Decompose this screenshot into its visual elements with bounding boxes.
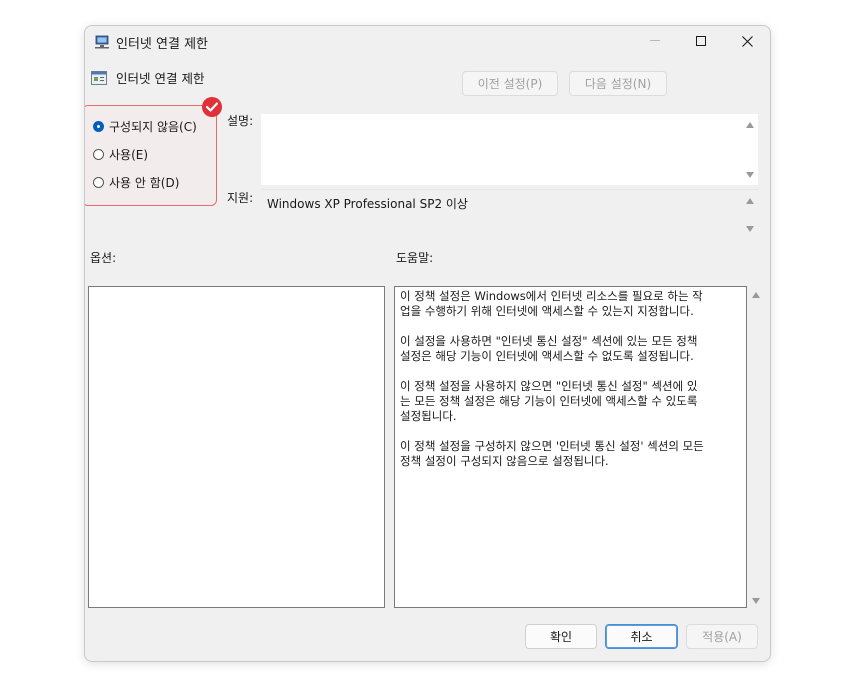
maximize-icon	[696, 36, 706, 46]
minimize-button[interactable]	[632, 26, 678, 56]
help-pane[interactable]: 이 정책 설정은 Windows에서 인터넷 리소스를 필요로 하는 작 업을 …	[394, 286, 747, 608]
help-label: 도움말:	[396, 251, 434, 265]
supported-on-label: 지원:	[227, 191, 254, 205]
scroll-down-icon[interactable]	[752, 598, 760, 604]
setting-title: 인터넷 연결 제한	[116, 71, 205, 86]
help-paragraph: 이 정책 설정을 구성하지 않으면 '인터넷 통신 설정' 섹션의 모든 정책 …	[400, 439, 704, 468]
policy-app-icon	[95, 35, 109, 49]
cancel-button[interactable]: 취소	[605, 624, 678, 649]
maximize-button[interactable]	[678, 26, 724, 56]
help-paragraph: 이 정책 설정을 사용하지 않으면 "인터넷 통신 설정" 섹션에 있 는 모든…	[400, 379, 698, 423]
radio-label: 사용 안 함(D)	[109, 176, 180, 190]
scroll-up-icon[interactable]	[746, 198, 754, 204]
policy-setting-icon	[91, 71, 107, 85]
help-text: 이 정책 설정은 Windows에서 인터넷 리소스를 필요로 하는 작 업을 …	[400, 289, 743, 484]
state-radio-group: 구성되지 않음(C) 사용(E) 사용 안 함(D)	[85, 105, 217, 206]
options-label: 옵션:	[90, 251, 117, 265]
scroll-down-icon[interactable]	[746, 172, 754, 178]
help-paragraph: 이 정책 설정은 Windows에서 인터넷 리소스를 필요로 하는 작 업을 …	[400, 289, 703, 318]
title-bar[interactable]: 인터넷 연결 제한	[85, 26, 770, 56]
radio-button-checked[interactable]	[93, 121, 104, 132]
close-button[interactable]	[724, 26, 770, 56]
window-title: 인터넷 연결 제한	[116, 37, 208, 52]
radio-disabled[interactable]: 사용 안 함(D)	[93, 174, 179, 191]
radio-enabled[interactable]: 사용(E)	[93, 146, 148, 163]
close-icon	[741, 35, 753, 47]
radio-label: 사용(E)	[109, 148, 149, 162]
help-paragraph: 이 설정을 사용하면 "인터넷 통신 설정" 섹션에 있는 모든 정책 설정은 …	[400, 334, 698, 363]
next-setting-button[interactable]: 다음 설정(N)	[569, 71, 667, 96]
radio-label: 구성되지 않음(C)	[109, 120, 197, 134]
description-field[interactable]	[261, 114, 758, 185]
policy-dialog: 인터넷 연결 제한 인터넷 연결 제한 이전 설정(P) 다음 설정(N) 구성…	[84, 25, 771, 662]
scroll-down-icon[interactable]	[746, 226, 754, 232]
checkmark-badge-icon	[202, 97, 222, 117]
radio-button[interactable]	[93, 149, 104, 160]
description-label: 설명:	[227, 114, 254, 128]
minimize-icon	[650, 40, 660, 41]
radio-not-configured[interactable]: 구성되지 않음(C)	[93, 118, 197, 135]
supported-on-field[interactable]: Windows XP Professional SP2 이상	[261, 189, 758, 238]
scroll-up-icon[interactable]	[752, 292, 760, 298]
previous-setting-button[interactable]: 이전 설정(P)	[462, 71, 558, 96]
apply-button[interactable]: 적용(A)	[686, 624, 758, 649]
options-pane[interactable]	[88, 286, 385, 608]
supported-on-value: Windows XP Professional SP2 이상	[267, 197, 468, 211]
ok-button[interactable]: 확인	[525, 624, 597, 649]
radio-button[interactable]	[93, 177, 104, 188]
scroll-up-icon[interactable]	[746, 122, 754, 128]
checkmark-icon	[206, 102, 218, 112]
